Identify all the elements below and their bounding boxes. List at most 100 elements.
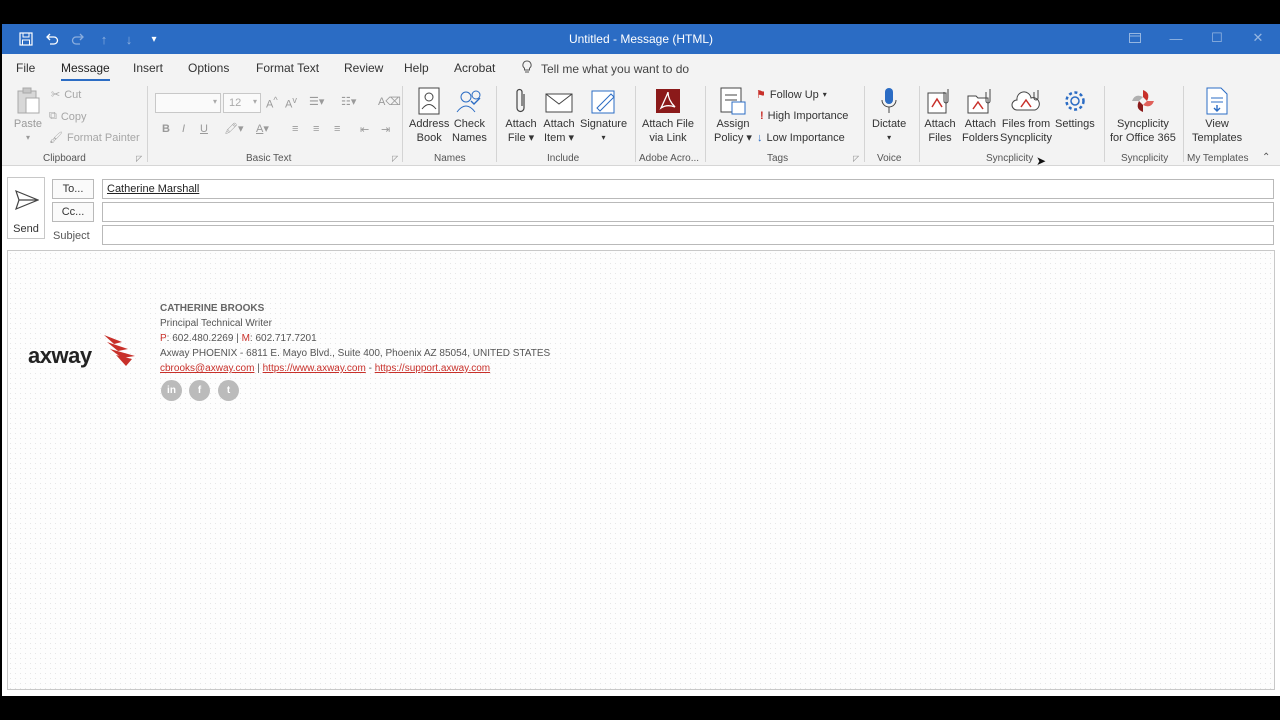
follow-up-button[interactable]: ⚑ Follow Up ▾ (756, 88, 827, 102)
collapse-ribbon-icon[interactable]: ⌃ (1262, 152, 1270, 163)
to-field[interactable]: Catherine Marshall (102, 179, 1274, 199)
clipboard-launcher-icon[interactable]: ◸ (136, 154, 142, 163)
numbering-icon[interactable]: ☷▾ (341, 95, 356, 108)
ribbon-display-icon[interactable] (1127, 30, 1143, 46)
facebook-icon[interactable]: f (189, 380, 210, 401)
decrease-indent-icon[interactable]: ⇤ (360, 123, 369, 136)
phone-label: P (160, 333, 167, 344)
send-button[interactable]: Send (7, 177, 45, 239)
maximize-icon[interactable]: ☐ (1209, 30, 1225, 46)
tab-options[interactable]: Options (188, 61, 229, 75)
divider (705, 86, 706, 162)
attach-folders-button[interactable]: Attach Folders (962, 86, 999, 145)
follow-up-label: Follow Up (769, 88, 819, 101)
syncplicity-logo-icon (1127, 86, 1159, 116)
paste-button[interactable]: Paste ▾ (12, 86, 44, 145)
basic-text-group-label: Basic Text (246, 153, 292, 164)
to-button[interactable]: To... (52, 179, 94, 199)
divider (1104, 86, 1105, 162)
settings-button[interactable]: Settings (1055, 86, 1095, 131)
font-size-combo[interactable]: 12 ▾ (223, 93, 261, 113)
gear-icon (1059, 86, 1091, 116)
align-center-icon[interactable]: ≡ (313, 123, 319, 135)
tab-format-text[interactable]: Format Text (256, 61, 319, 75)
link-separator: - (365, 363, 375, 374)
align-left-icon[interactable]: ≡ (292, 123, 298, 135)
tab-acrobat[interactable]: Acrobat (454, 61, 495, 75)
attach-file-button[interactable]: Attach File ▾ (505, 86, 537, 145)
cut-button[interactable]: ✂ Cut (51, 88, 81, 102)
to-recipient[interactable]: Catherine Marshall (107, 183, 199, 195)
italic-button[interactable]: I (182, 123, 185, 135)
view-templates-button[interactable]: View Templates (1192, 86, 1242, 145)
mobile-number: : 602.717.7201 (249, 333, 317, 344)
email-link[interactable]: cbrooks@axway.com (160, 363, 254, 374)
clear-formatting-icon[interactable]: A⌫ (378, 95, 401, 108)
tab-message[interactable]: Message (61, 61, 110, 81)
underline-button[interactable]: U (200, 123, 208, 135)
shrink-font-icon[interactable]: Av (285, 95, 297, 111)
dictate-dropdown-icon[interactable]: ▾ (887, 131, 891, 145)
bold-button[interactable]: B (162, 123, 170, 135)
attach-folders-icon (964, 86, 996, 116)
twitter-icon[interactable]: t (218, 380, 239, 401)
basic-text-launcher-icon[interactable]: ◸ (392, 154, 398, 163)
align-right-icon[interactable]: ≡ (334, 123, 340, 135)
files-from-syncplicity-button[interactable]: Files from Syncplicity (1000, 86, 1052, 145)
subject-field[interactable] (102, 225, 1274, 245)
format-painter-button[interactable]: 🖌 Format Painter (49, 131, 140, 145)
low-importance-button[interactable]: ↓ Low Importance (757, 132, 845, 144)
view-templates-label-2: Templates (1192, 132, 1243, 144)
view-templates-label-1: View (1205, 118, 1229, 130)
tab-help[interactable]: Help (404, 61, 429, 75)
tab-review[interactable]: Review (344, 61, 383, 75)
tell-me-text: Tell me what you want to do (541, 61, 690, 76)
close-icon[interactable]: ✕ (1250, 30, 1266, 46)
follow-up-dropdown-icon[interactable]: ▾ (823, 90, 827, 99)
font-name-combo[interactable]: ▾ (155, 93, 221, 113)
send-icon (15, 188, 40, 215)
font-size-value: 12 (229, 97, 242, 109)
cc-field[interactable] (102, 202, 1274, 222)
linkedin-icon[interactable]: in (161, 380, 182, 401)
attach-file-via-link-button[interactable]: Attach File via Link (642, 86, 694, 145)
tab-insert[interactable]: Insert (133, 61, 163, 75)
signature-dropdown-icon[interactable]: ▾ (602, 131, 606, 145)
bullets-icon[interactable]: ☰▾ (309, 95, 324, 108)
website-link[interactable]: https://www.axway.com (263, 363, 366, 374)
grow-font-icon[interactable]: A^ (266, 95, 278, 111)
policy-icon (717, 86, 749, 116)
assign-policy-button[interactable]: Assign Policy ▾ (714, 86, 752, 145)
check-names-button[interactable]: Check Names (452, 86, 487, 145)
highlight-icon[interactable]: 🖍▾ (224, 122, 244, 135)
support-link[interactable]: https://support.axway.com (375, 363, 490, 374)
settings-label: Settings (1055, 118, 1095, 130)
high-importance-button[interactable]: ! High Importance (760, 110, 848, 122)
window-title: Untitled - Message (HTML) (568, 32, 714, 46)
include-group-label: Include (547, 153, 580, 164)
syncplicity-office365-button[interactable]: Syncplicity for Office 365 (1110, 86, 1176, 145)
paste-icon (12, 86, 44, 116)
tags-launcher-icon[interactable]: ◸ (853, 154, 859, 163)
increase-indent-icon[interactable]: ⇥ (381, 123, 390, 136)
tab-file[interactable]: File (16, 61, 35, 75)
assign-policy-label-1: Assign (716, 118, 750, 130)
address-book-button[interactable]: Address Book (409, 86, 449, 145)
attach-item-button[interactable]: Attach Item ▾ (543, 86, 575, 145)
office365-label-2: for Office 365 (1110, 132, 1176, 144)
copy-button[interactable]: ⧉ Copy (49, 110, 87, 123)
cc-button[interactable]: Cc... (52, 202, 94, 222)
signature-button[interactable]: Signature ▾ (580, 86, 627, 145)
minimize-icon[interactable]: — (1168, 30, 1184, 46)
attach-file-label-2: File ▾ (507, 132, 535, 144)
low-importance-label: Low Importance (766, 132, 845, 144)
attach-files-button[interactable]: Attach Files (924, 86, 956, 145)
dictate-button[interactable]: Dictate ▾ (872, 86, 906, 145)
attach-files-icon (924, 86, 956, 116)
tell-me-box[interactable]: Tell me what you want to do (521, 60, 689, 77)
paste-dropdown-icon[interactable]: ▾ (26, 131, 30, 145)
font-color-icon[interactable]: A▾ (256, 122, 269, 135)
title-bar: ↑ ↓ ▾ Untitled - Message (HTML) — ☐ ✕ (2, 24, 1280, 54)
arrow-down-icon: ↓ (757, 132, 763, 144)
message-body[interactable]: axway CATHERINE BROOKS Principal Technic… (7, 250, 1275, 690)
